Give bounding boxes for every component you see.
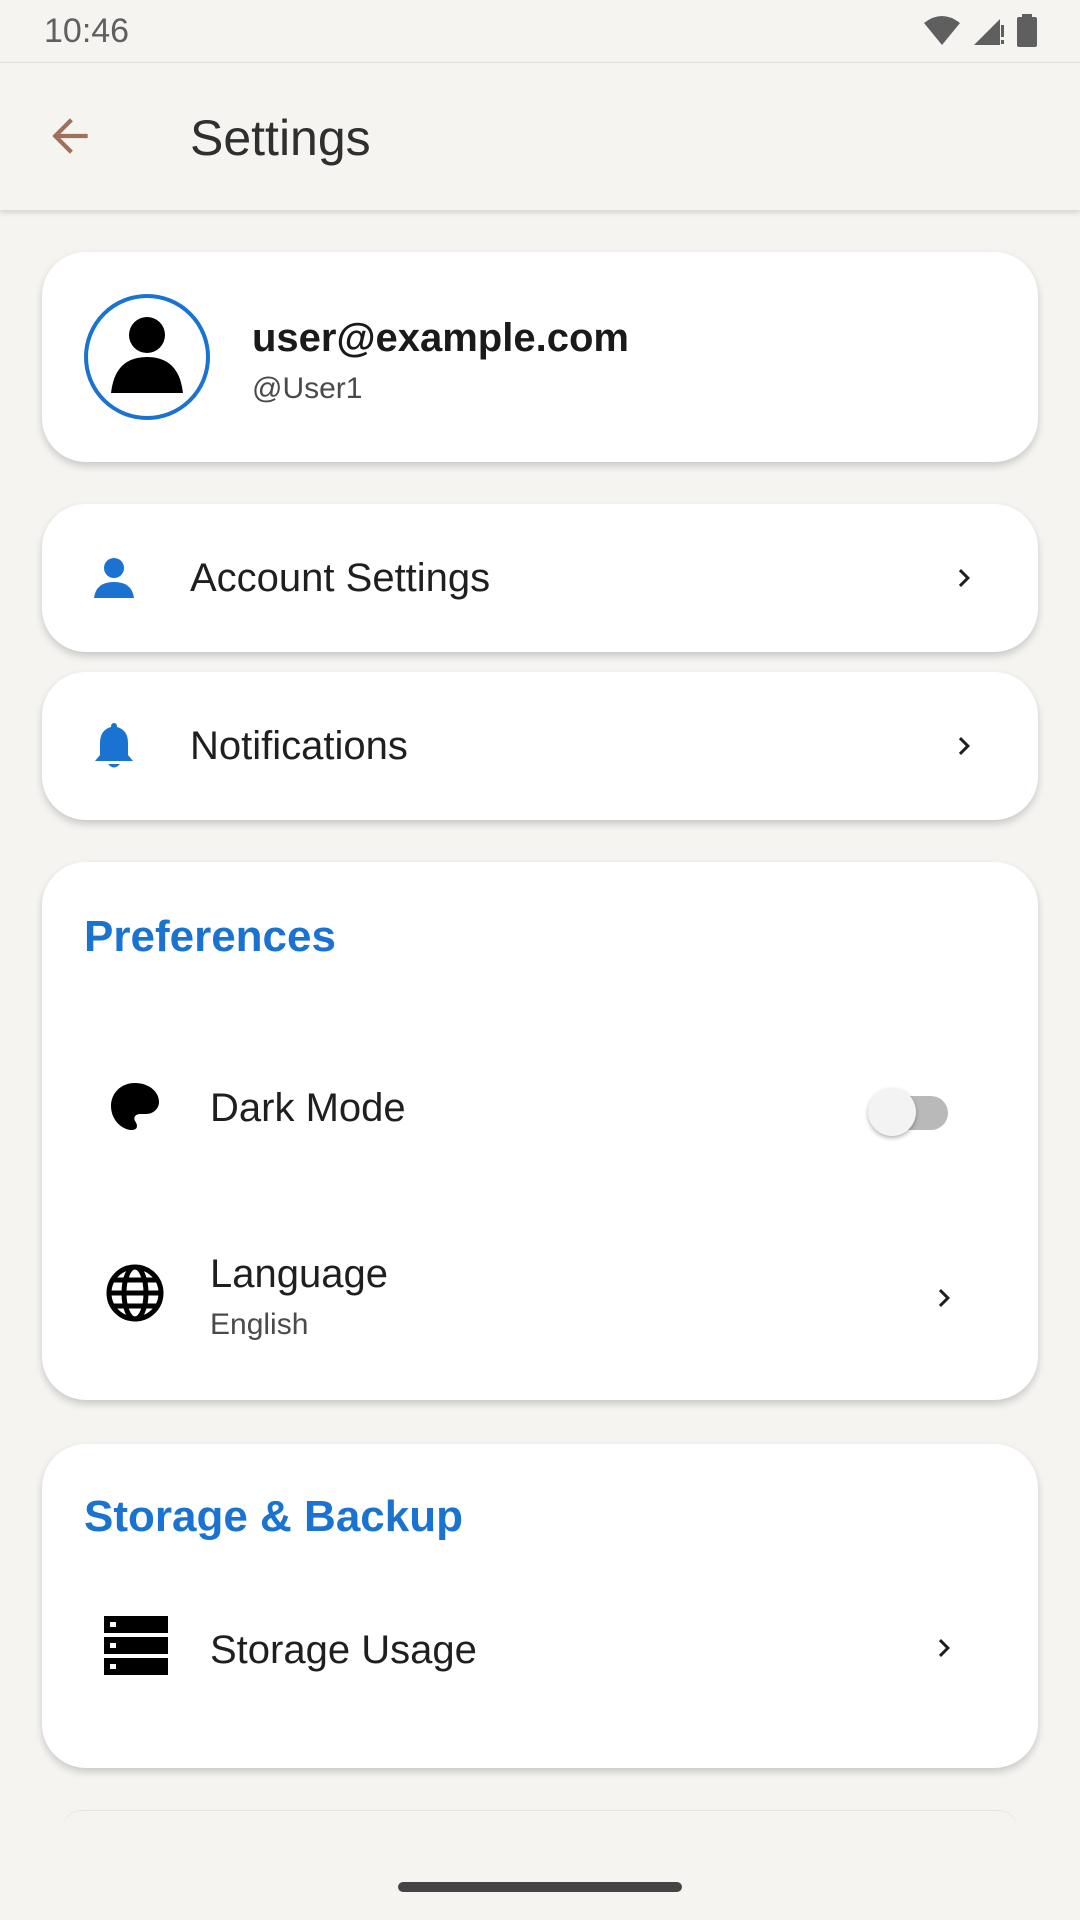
palette-icon [104, 1076, 166, 1138]
person-icon [90, 554, 138, 602]
wifi-icon [922, 15, 962, 47]
page-title: Settings [190, 110, 371, 166]
language-row[interactable]: Language English [42, 1232, 1038, 1362]
battery-icon [1016, 14, 1038, 48]
toggle-thumb [868, 1088, 916, 1136]
notifications-item[interactable]: Notifications [42, 672, 1038, 820]
chevron-right-icon [924, 1278, 964, 1318]
preferences-card: Preferences Dark Mode Language English [42, 862, 1038, 1400]
bell-icon [90, 722, 138, 770]
next-card-edge [62, 1810, 1018, 1830]
chevron-right-icon [924, 1628, 964, 1668]
dark-mode-label: Dark Mode [210, 1086, 406, 1130]
globe-icon [104, 1262, 166, 1324]
chevron-right-icon [944, 558, 984, 598]
profile-card[interactable]: user@example.com @User1 [42, 252, 1038, 462]
preferences-section-title: Preferences [84, 912, 336, 961]
status-icons [922, 14, 1038, 48]
storage-section-title: Storage & Backup [84, 1492, 463, 1541]
storage-usage-label: Storage Usage [210, 1628, 477, 1672]
storage-backup-card: Storage & Backup Storage Usage [42, 1444, 1038, 1768]
avatar [84, 294, 210, 420]
status-bar: 10:46 [0, 0, 1080, 62]
account-settings-item[interactable]: Account Settings [42, 504, 1038, 652]
dark-mode-row[interactable]: Dark Mode [42, 1042, 1038, 1172]
language-label: Language [210, 1252, 388, 1296]
home-indicator[interactable] [398, 1882, 682, 1892]
notifications-label: Notifications [190, 724, 408, 768]
dark-mode-toggle[interactable] [864, 1076, 954, 1136]
storage-usage-row[interactable]: Storage Usage [42, 1590, 1038, 1710]
person-avatar-icon [107, 313, 187, 402]
language-value: English [210, 1308, 309, 1341]
cellular-signal-icon [972, 15, 1006, 47]
status-time: 10:46 [44, 11, 130, 50]
back-arrow-icon [46, 111, 96, 166]
profile-handle: @User1 [252, 372, 363, 405]
profile-email: user@example.com [252, 316, 629, 360]
account-settings-label: Account Settings [190, 556, 491, 600]
app-bar: Settings [0, 62, 1080, 210]
chevron-right-icon [944, 726, 984, 766]
back-button[interactable] [36, 103, 106, 173]
storage-icon [104, 1614, 168, 1678]
